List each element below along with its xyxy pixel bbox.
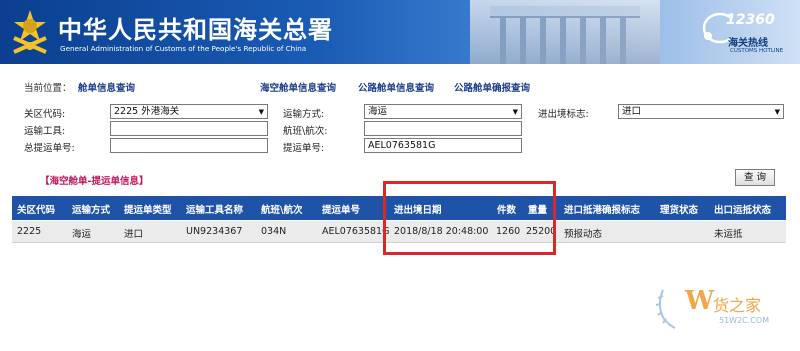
hotline-number: 12360 <box>726 12 775 28</box>
hotline-label: 海关热线 <box>728 38 768 49</box>
col-export-status: 出口运抵状态 <box>714 205 772 216</box>
site-subtitle: General Administration of Customs of the… <box>60 44 307 53</box>
query-button[interactable]: 查 询 <box>735 169 775 186</box>
io-flag-select[interactable]: 进口 <box>618 104 784 119</box>
cell-bill-type: 进口 <box>124 229 144 240</box>
col-transport-mode: 运输方式 <box>72 205 111 216</box>
watermark: W 货之家 51W2C.COM <box>655 280 785 340</box>
cell-transport-mode: 海运 <box>72 229 92 240</box>
master-bill-label: 总提运单号: <box>24 143 75 154</box>
col-bill-type: 提运单类型 <box>124 205 172 216</box>
watermark-brand: 货之家 <box>713 296 762 315</box>
date-highlight-box <box>383 181 556 255</box>
section-title: 【海空舱单-提运单信息】 <box>40 176 149 187</box>
nav-road-manifest[interactable]: 公路舱单信息查询 <box>358 80 434 94</box>
hotline-label-en: CUSTOMS HOTLINE <box>730 48 784 54</box>
cell-vehicle-name: UN9234367 <box>186 226 243 237</box>
voyage-input[interactable] <box>364 121 522 136</box>
voyage-label: 航班\航次: <box>283 126 328 137</box>
cell-customs-code: 2225 <box>17 226 42 237</box>
header-banner: 中华人民共和国海关总署 General Administration of Cu… <box>0 0 800 64</box>
breadcrumb: 当前位置： 舱单信息查询 海空舱单信息查询 公路舱单信息查询 公路舱单确报查询 <box>24 80 530 94</box>
bill-label: 提运单号: <box>283 143 325 154</box>
customs-emblem-icon <box>13 10 47 54</box>
cell-bill-no: AEL0763581G <box>322 226 390 237</box>
col-customs-code: 关区代码 <box>17 205 56 216</box>
watermark-url: 51W2C.COM <box>719 316 770 325</box>
col-voyage: 航班\航次 <box>261 205 303 216</box>
nav-sea-air-manifest[interactable]: 海空舱单信息查询 <box>260 80 336 94</box>
site-title: 中华人民共和国海关总署 <box>58 16 333 44</box>
cell-arrival-flag: 预报动态 <box>564 229 603 240</box>
hotline-logo: 12360 海关热线 CUSTOMS HOTLINE <box>700 10 792 60</box>
vehicle-input[interactable] <box>110 121 268 136</box>
col-vehicle-name: 运输工具名称 <box>186 205 244 216</box>
customs-code-label: 关区代码: <box>24 109 66 120</box>
bill-input[interactable]: AEL0763581G <box>364 138 522 153</box>
cell-voyage: 034N <box>261 226 287 237</box>
cell-export-status: 未运抵 <box>714 229 743 240</box>
breadcrumb-label: 当前位置： <box>24 83 72 94</box>
master-bill-input[interactable] <box>110 138 268 153</box>
transport-mode-select[interactable]: 海运 <box>364 104 522 119</box>
watermark-logo-w-icon: W <box>685 286 715 316</box>
customs-code-select[interactable]: 2225 外港海关 <box>110 104 268 119</box>
breadcrumb-current[interactable]: 舱单信息查询 <box>78 80 135 94</box>
transport-mode-label: 运输方式: <box>283 109 325 120</box>
io-flag-label: 进出境标志: <box>538 109 589 120</box>
col-bill-no: 提运单号 <box>322 205 361 216</box>
nav-road-confirm[interactable]: 公路舱单确报查询 <box>454 80 530 94</box>
vehicle-label: 运输工具: <box>24 126 66 137</box>
col-tally-status: 理货状态 <box>660 205 699 216</box>
building-image <box>470 0 660 64</box>
col-arrival-flag: 进口抵港确报标志 <box>564 205 641 216</box>
